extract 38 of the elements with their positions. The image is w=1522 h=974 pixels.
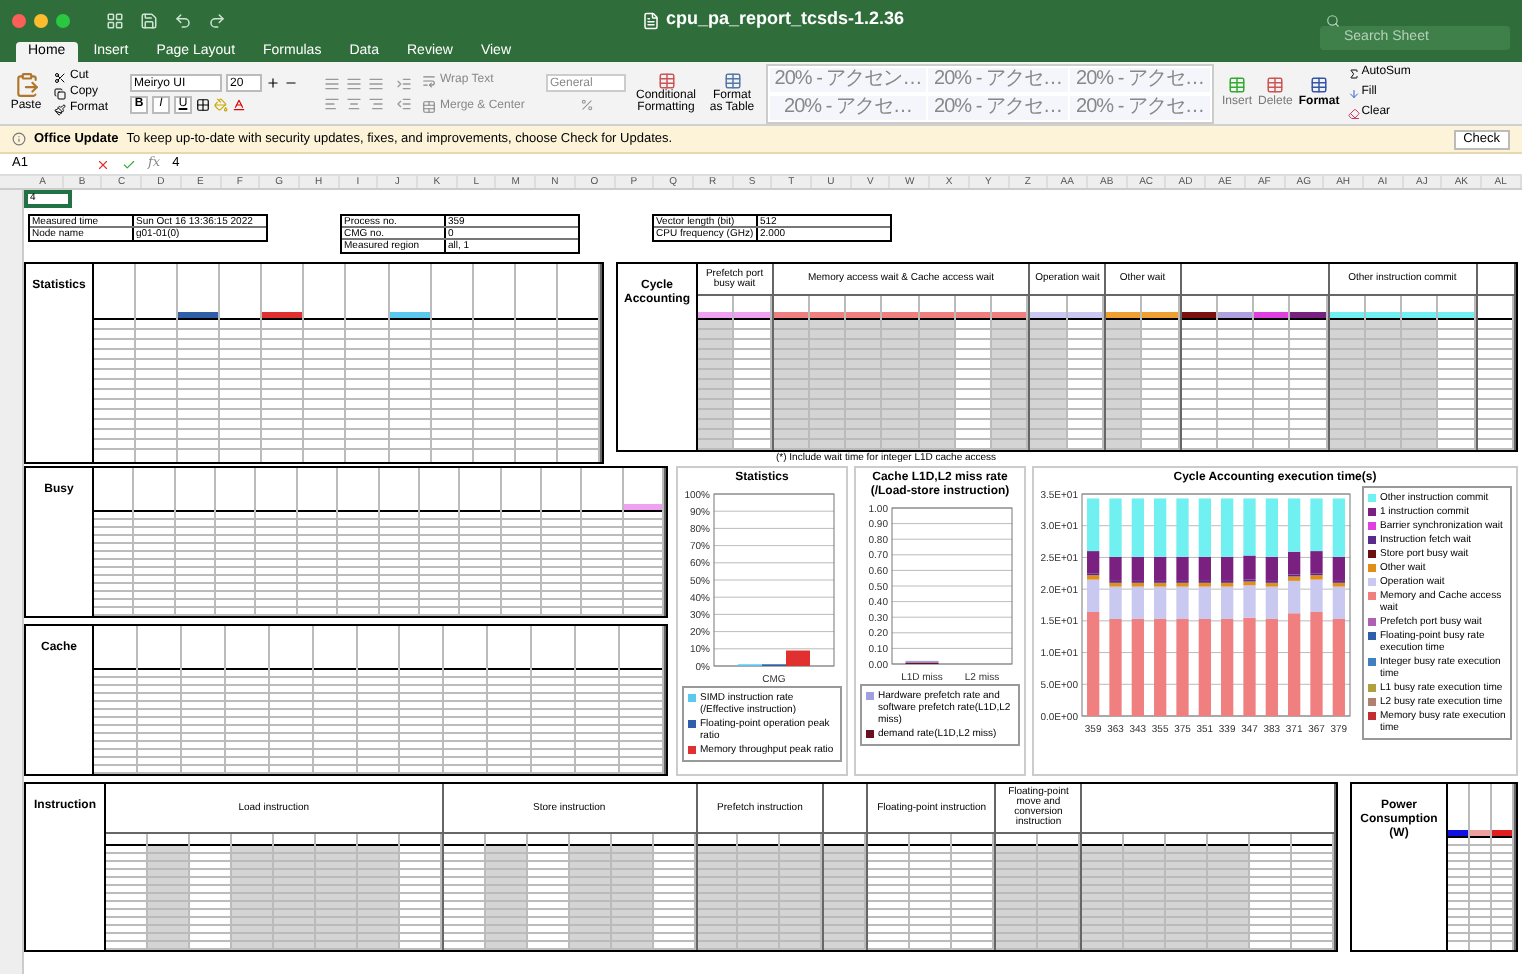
- scissors-icon: [54, 71, 66, 83]
- align-middle-icon[interactable]: [344, 75, 364, 91]
- font-color-icon[interactable]: [232, 97, 246, 111]
- sigma-icon: [1347, 67, 1360, 79]
- wrap-text-icon: [422, 73, 436, 87]
- save-icon[interactable]: [140, 11, 158, 29]
- table-icon: [1266, 75, 1285, 93]
- info-icon: [12, 132, 26, 146]
- outdent-icon[interactable]: [394, 95, 414, 111]
- enter-icon[interactable]: [122, 157, 136, 171]
- borders-icon[interactable]: [196, 97, 210, 111]
- merge-cells-icon: [422, 99, 436, 113]
- fill-color-icon[interactable]: [214, 97, 228, 111]
- copy-icon: [54, 87, 66, 99]
- eraser-icon: [1347, 107, 1360, 119]
- align-bottom-icon[interactable]: [367, 75, 386, 91]
- maximize-icon[interactable]: [56, 13, 70, 27]
- indent-icon[interactable]: [394, 75, 414, 91]
- arrow-down-icon: [1347, 87, 1360, 99]
- minimize-icon[interactable]: [34, 13, 48, 27]
- window-title: cpu_pa_report_tcsds-1.2.36: [665, 6, 905, 33]
- align-top-icon[interactable]: [322, 75, 341, 91]
- cancel-icon[interactable]: [96, 157, 110, 171]
- search-icon: [1326, 13, 1340, 27]
- redo-icon[interactable]: [208, 11, 226, 29]
- paintbrush-icon: [54, 103, 66, 115]
- align-center-icon[interactable]: [344, 95, 364, 111]
- table-icon: [1228, 75, 1246, 93]
- grow-font-icon[interactable]: [266, 73, 280, 91]
- clipboard-icon: [13, 71, 39, 97]
- document-icon: [641, 11, 660, 29]
- table-icon: [657, 72, 675, 90]
- table-icon: [1310, 75, 1329, 93]
- table-icon: [723, 72, 741, 90]
- undo-icon[interactable]: [174, 11, 192, 29]
- align-right-icon[interactable]: [367, 95, 386, 111]
- align-left-icon[interactable]: [322, 95, 341, 111]
- close-icon[interactable]: [12, 13, 26, 27]
